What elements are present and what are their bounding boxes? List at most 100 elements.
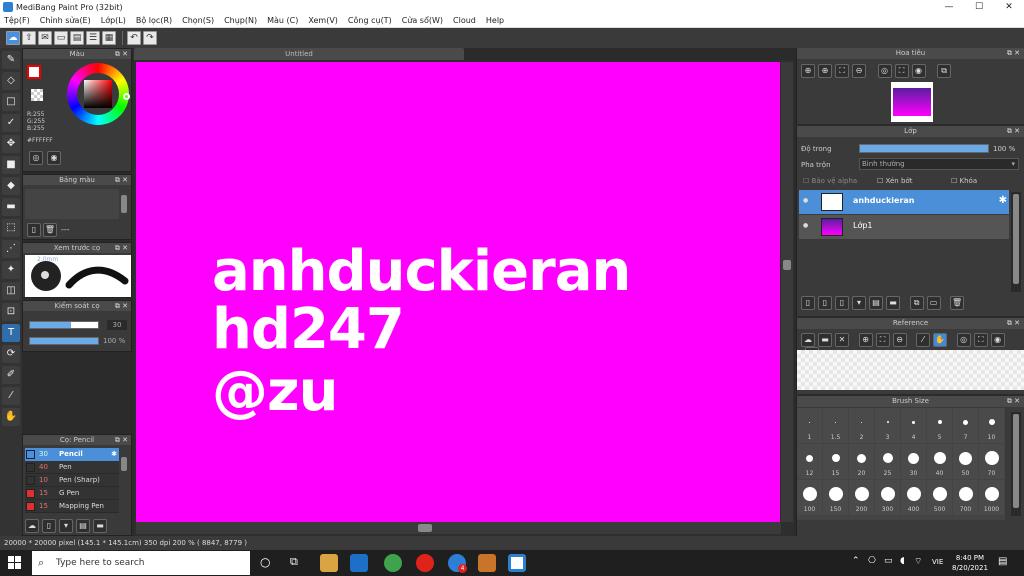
brush-size-slider[interactable]: [29, 321, 99, 329]
brush-size-preset[interactable]: 500: [927, 480, 952, 515]
brush-opacity-slider[interactable]: [29, 337, 99, 345]
layer-settings-icon[interactable]: ▭: [926, 296, 941, 310]
reference-fit-icon[interactable]: ⛶: [875, 333, 890, 347]
panel-close-icon[interactable]: ⧉ ✕: [1007, 318, 1020, 329]
volume-icon[interactable]: ◖: [900, 556, 905, 566]
blend-mode-select[interactable]: Bình thường ▾: [859, 158, 1019, 170]
dropper-icon[interactable]: ◉: [47, 151, 61, 165]
layer-opacity-slider[interactable]: [859, 144, 989, 153]
chat-icon[interactable]: ▭: [54, 31, 68, 45]
language-indicator[interactable]: VIE: [932, 558, 943, 566]
windows-start-icon[interactable]: [8, 556, 22, 570]
reference-rotate-right-icon[interactable]: ◉: [990, 333, 1005, 347]
brush-list-item[interactable]: 10 Pen (Sharp): [25, 474, 119, 487]
zoom-in-icon[interactable]: ⊕: [801, 64, 815, 78]
brush-size-preset[interactable]: 700: [953, 480, 978, 515]
brush-size-preset[interactable]: 10: [979, 408, 1004, 443]
brush-cloud-icon[interactable]: ☁: [25, 519, 39, 533]
layer-row[interactable]: ● anhduckieran ✱: [799, 190, 1009, 214]
operation-tool-icon[interactable]: ⟳: [2, 345, 20, 363]
layer-scrollbar[interactable]: [1011, 192, 1021, 292]
menu-edit[interactable]: Chỉnh sửa(E): [40, 16, 91, 25]
minimize-button[interactable]: —: [934, 0, 964, 14]
battery-icon[interactable]: ▭: [884, 556, 893, 566]
new-8bit-layer-icon[interactable]: ▯: [835, 296, 849, 310]
brush-size-preset[interactable]: 150: [823, 480, 848, 515]
reference-canvas[interactable]: [797, 350, 1024, 390]
rect-select-tool-icon[interactable]: □: [2, 93, 20, 111]
brush-list-item[interactable]: 15 Mapping Pen: [25, 500, 119, 513]
brush-size-preset[interactable]: 100: [797, 480, 822, 515]
brush-size-preset[interactable]: 1: [797, 408, 822, 443]
medibang-taskbar-icon[interactable]: [508, 554, 526, 572]
page-icon[interactable]: ▤: [70, 31, 84, 45]
eraser-tool-icon[interactable]: ◇: [2, 72, 20, 90]
brush-folder-icon[interactable]: ▬: [93, 519, 107, 533]
brush-list-item[interactable]: 40 Pen: [25, 461, 119, 474]
list-icon[interactable]: ☰: [86, 31, 100, 45]
panel-close-icon[interactable]: ⧉ ✕: [115, 301, 128, 311]
maximize-button[interactable]: ☐: [964, 0, 994, 14]
brush-size-preset[interactable]: 300: [875, 480, 900, 515]
taskbar-clock[interactable]: 8:40 PM 8/20/2021: [952, 553, 988, 573]
brush-size-preset[interactable]: 200: [849, 480, 874, 515]
select-pen-tool-icon[interactable]: ⋰: [2, 240, 20, 258]
menu-cloud[interactable]: Cloud: [453, 16, 476, 25]
brush-size-preset[interactable]: 12: [797, 444, 822, 479]
upload-icon[interactable]: ⇧: [22, 31, 36, 45]
canvas-horizontal-scrollbar[interactable]: [136, 522, 781, 534]
brush-tool-icon[interactable]: ✎: [2, 51, 20, 69]
canvas-vertical-scrollbar[interactable]: [781, 62, 793, 522]
layer-row[interactable]: ● Lớp1: [799, 215, 1009, 239]
color-square[interactable]: [84, 80, 112, 108]
brush-size-preset[interactable]: 7: [953, 408, 978, 443]
eyedropper-tool-icon[interactable]: ⁄: [2, 387, 20, 405]
gradient-tool-icon[interactable]: ▬: [2, 198, 20, 216]
magic-wand-tool-icon[interactable]: ✦: [2, 261, 20, 279]
panel-close-icon[interactable]: ⧉ ✕: [115, 435, 128, 445]
transparent-swatch[interactable]: [31, 89, 43, 101]
new-layer-icon[interactable]: ▯: [801, 296, 815, 310]
zoom-plus-icon[interactable]: ⊕: [818, 64, 832, 78]
cloud-icon[interactable]: ☁: [6, 31, 20, 45]
flip-icon[interactable]: ⧉: [937, 64, 952, 78]
new-layer-menu-icon[interactable]: ▾: [852, 296, 866, 310]
brush-list-item[interactable]: 15 G Pen: [25, 487, 119, 500]
reference-zoom-out-icon[interactable]: ⊖: [892, 333, 907, 347]
brush-size-preset[interactable]: 15: [823, 444, 848, 479]
menu-snap[interactable]: Chụp(N): [224, 16, 257, 25]
bucket-tool-icon[interactable]: ◆: [2, 177, 20, 195]
opera-icon[interactable]: [416, 554, 434, 572]
shape-tool-icon[interactable]: ■: [2, 156, 20, 174]
text-tool-icon[interactable]: T: [2, 324, 20, 342]
layer-settings-gear-icon[interactable]: ✱: [999, 195, 1007, 206]
move-tool-icon[interactable]: ✥: [2, 135, 20, 153]
menu-file[interactable]: Tệp(F): [4, 16, 30, 25]
drawing-canvas[interactable]: anhduckieran hd247 @zu: [136, 62, 780, 522]
panel-close-icon[interactable]: ⧉ ✕: [1007, 396, 1020, 407]
panel-close-icon[interactable]: ⧉ ✕: [1007, 48, 1020, 59]
protect-alpha-checkbox[interactable]: ☐ Bảo vệ alpha: [803, 177, 857, 185]
brush-size-preset[interactable]: 30: [901, 444, 926, 479]
tray-chevron-icon[interactable]: ⌃: [852, 556, 860, 566]
brush-size-preset[interactable]: 1000: [979, 480, 1004, 515]
brush-add-icon[interactable]: ▯: [42, 519, 56, 533]
reference-open-icon[interactable]: ▬: [818, 333, 832, 347]
marquee-tool-icon[interactable]: ⬚: [2, 219, 20, 237]
menu-layer[interactable]: Lớp(L): [101, 16, 126, 25]
redo-icon[interactable]: ↷: [143, 31, 157, 45]
reference-hand-icon[interactable]: ✋: [933, 333, 948, 347]
brush-size-scrollbar[interactable]: [1011, 412, 1021, 516]
menu-help[interactable]: Help: [486, 16, 504, 25]
reference-rotate-left-icon[interactable]: ◎: [956, 333, 971, 347]
duplicate-layer-icon[interactable]: ▤: [869, 296, 883, 310]
menu-view[interactable]: Xem(V): [308, 16, 338, 25]
delete-palette-icon[interactable]: 🗑: [43, 223, 57, 237]
brush-size-preset[interactable]: 70: [979, 444, 1004, 479]
brush-size-preset[interactable]: 40: [927, 444, 952, 479]
panel-close-icon[interactable]: ⧉ ✕: [115, 49, 128, 59]
close-button[interactable]: ✕: [994, 0, 1024, 14]
reference-cloud-icon[interactable]: ☁: [801, 333, 815, 347]
rotate-left-icon[interactable]: ◎: [877, 64, 892, 78]
lock-checkbox[interactable]: ☐ Khóa: [951, 177, 977, 185]
